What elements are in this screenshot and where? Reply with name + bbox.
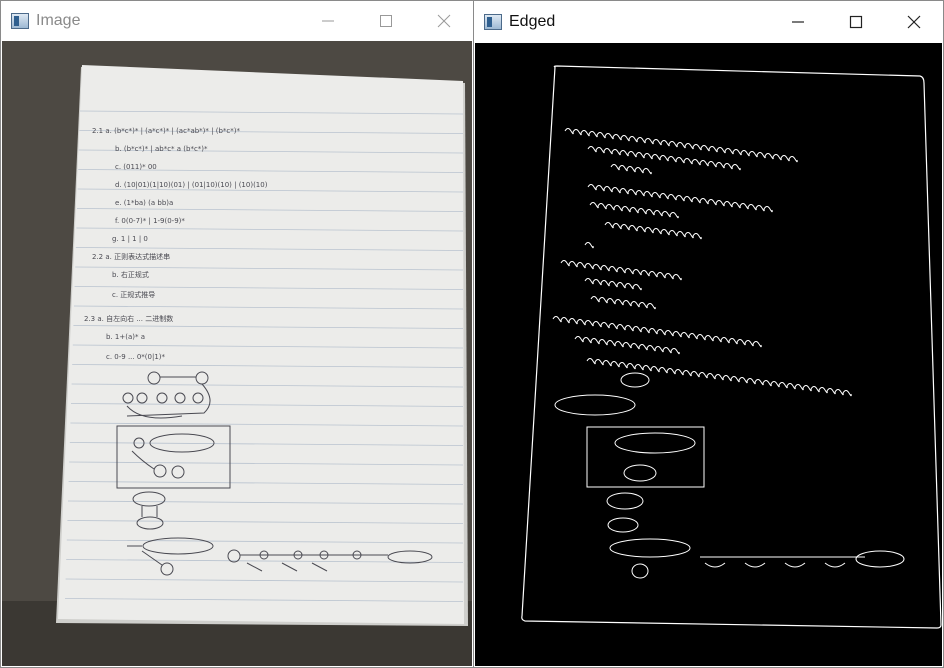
handwritten-line: 2.3 a. 自左向右 ... 二进制数 bbox=[84, 314, 173, 323]
window-title: Image bbox=[36, 12, 81, 29]
edged-window: Edged bbox=[473, 0, 944, 668]
maximize-button[interactable] bbox=[827, 1, 885, 43]
image-canvas: 2.1 a. (b*c*)* | (a*c*)* | (ac*ab*)* | (… bbox=[2, 41, 472, 666]
minimize-icon bbox=[322, 20, 334, 22]
maximize-icon bbox=[849, 15, 863, 29]
minimize-icon bbox=[792, 21, 804, 23]
handwritten-line: c. (011)* 00 bbox=[115, 163, 157, 171]
handwritten-line: b. 1+(a)* a bbox=[106, 333, 145, 341]
handwritten-line: c. 0-9 ... 0*(0|1)* bbox=[106, 353, 166, 361]
handwritten-line: b. 右正规式 bbox=[112, 270, 149, 279]
handwritten-line: e. (1*ba) (a bb)a bbox=[115, 199, 173, 207]
maximize-button[interactable] bbox=[357, 1, 415, 41]
notebook-photo: 2.1 a. (b*c*)* | (a*c*)* | (ac*ab*)* | (… bbox=[2, 41, 472, 666]
minimize-button[interactable] bbox=[769, 1, 827, 43]
handwritten-line: d. (10|01)(1|10)(01) | (01|10)(10) | (10… bbox=[115, 181, 268, 189]
handwritten-line: f. 0(0-7)* | 1-9(0-9)* bbox=[115, 217, 185, 225]
minimize-button[interactable] bbox=[299, 1, 357, 41]
close-button[interactable] bbox=[415, 1, 473, 41]
close-icon bbox=[437, 14, 451, 28]
app-icon bbox=[11, 13, 29, 29]
handwritten-line: 2.1 a. (b*c*)* | (a*c*)* | (ac*ab*)* | (… bbox=[92, 127, 240, 135]
handwritten-line: c. 正规式推导 bbox=[112, 290, 155, 299]
window-title: Edged bbox=[509, 13, 556, 30]
image-window-titlebar[interactable]: Image bbox=[1, 1, 473, 41]
close-button[interactable] bbox=[885, 1, 943, 43]
app-icon bbox=[484, 14, 502, 30]
edge-map bbox=[475, 43, 942, 666]
edged-canvas bbox=[475, 43, 942, 666]
handwritten-line: b. (b*c*)* | ab*c* a (b*c*)* bbox=[115, 145, 208, 153]
image-window: Image 2.1 a. (b*c*)* | (a*c*)* | (ac*ab*… bbox=[0, 0, 474, 668]
close-icon bbox=[907, 15, 921, 29]
edged-window-titlebar[interactable]: Edged bbox=[474, 1, 943, 43]
handwritten-line: g. 1 | 1 | 0 bbox=[112, 235, 148, 243]
handwritten-line: 2.2 a. 正则表达式描述串 bbox=[92, 252, 170, 261]
maximize-icon bbox=[380, 15, 392, 27]
